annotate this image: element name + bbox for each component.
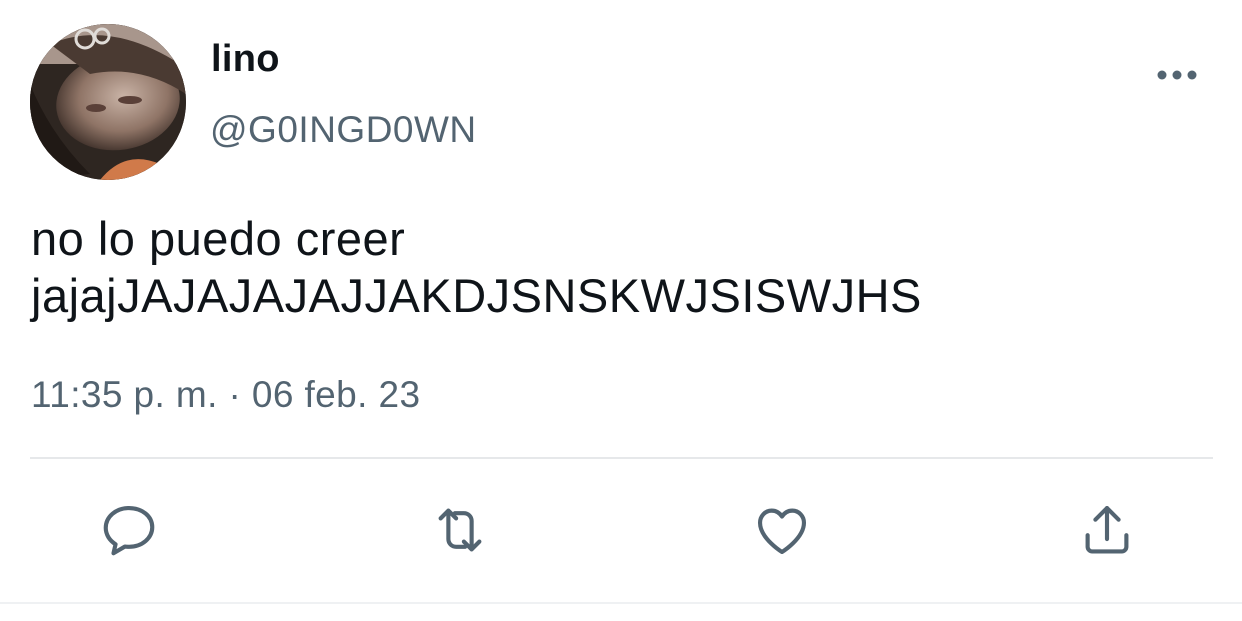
more-options-button[interactable]	[1152, 58, 1206, 92]
avatar[interactable]	[30, 24, 186, 180]
divider	[30, 457, 1213, 459]
like-button[interactable]	[750, 498, 814, 562]
tweet-text-line: no lo puedo creer	[31, 212, 406, 265]
tweet-text-line: jajajJAJAJAJAJJAKDJSNSKWJSISWJHS	[31, 269, 922, 322]
share-button[interactable]	[1075, 498, 1139, 562]
avatar-image	[30, 24, 186, 180]
tweet-card: lino @G0INGD0WN no lo puedo creer jajajJ…	[0, 0, 1242, 621]
reply-button[interactable]	[97, 498, 161, 562]
retweet-button[interactable]	[428, 498, 492, 562]
retweet-icon	[438, 508, 482, 552]
display-name[interactable]: lino	[211, 38, 280, 81]
user-handle[interactable]: @G0INGD0WN	[210, 109, 477, 151]
bottom-divider	[0, 602, 1242, 604]
tweet-timestamp[interactable]: 11:35 p. m. · 06 feb. 23	[31, 374, 420, 416]
tweet-text: no lo puedo creer jajajJAJAJAJAJJAKDJSNS…	[31, 210, 1211, 324]
heart-icon	[757, 508, 807, 555]
reply-icon	[103, 505, 155, 556]
more-options-icon	[1157, 70, 1197, 80]
share-icon	[1085, 505, 1129, 554]
